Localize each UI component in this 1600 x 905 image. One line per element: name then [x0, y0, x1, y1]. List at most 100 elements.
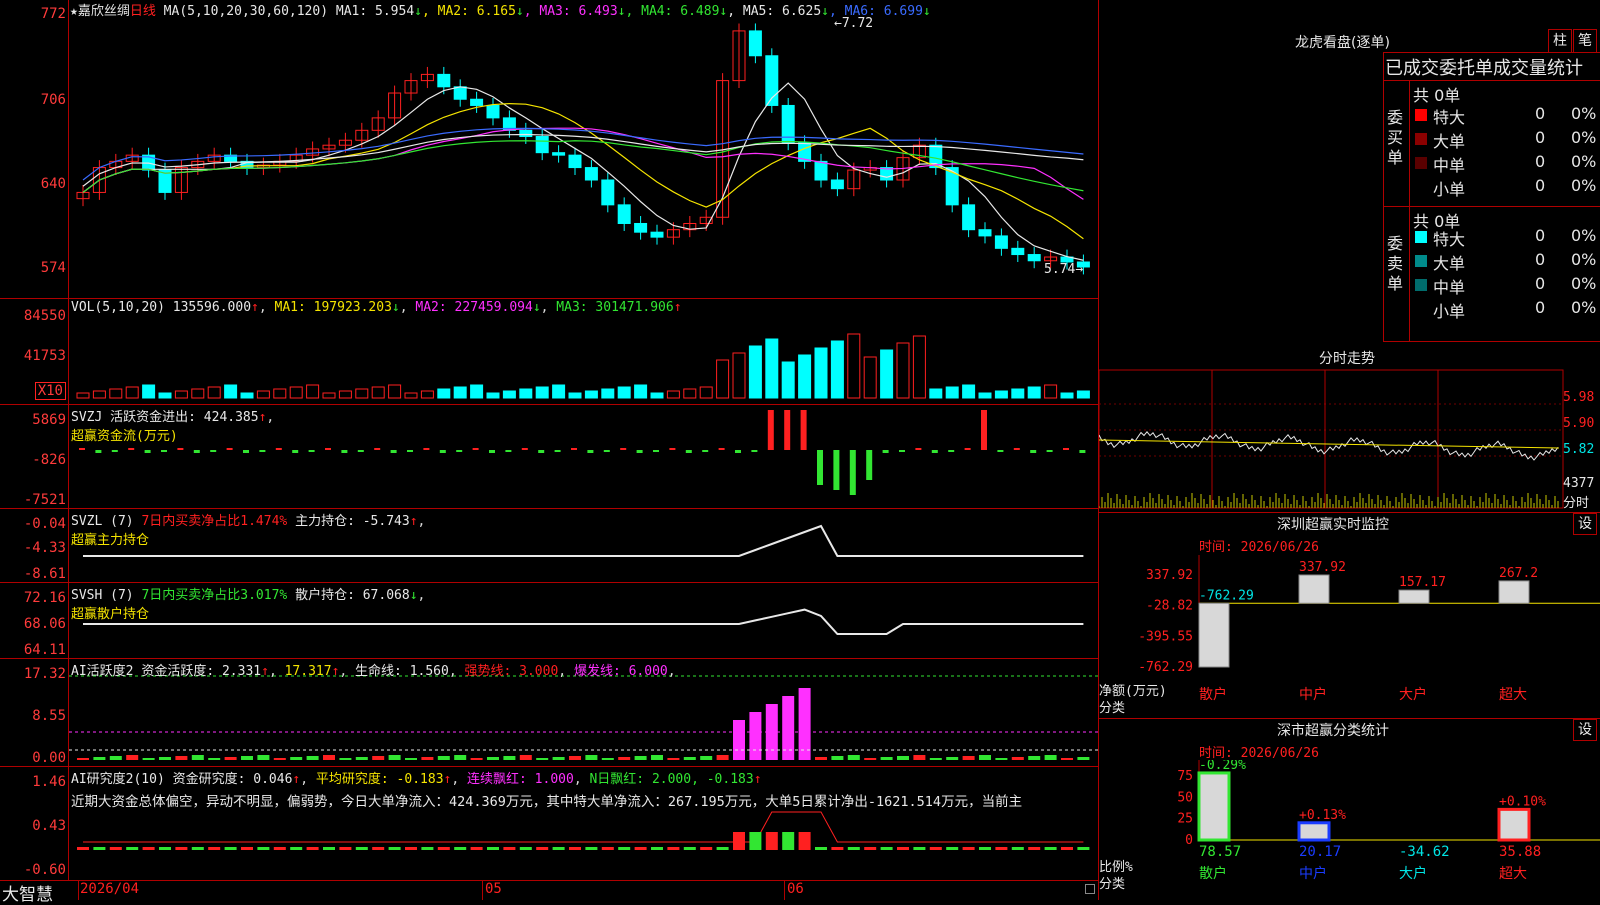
- activity-bar: [946, 757, 959, 760]
- tick-mode-button[interactable]: 笔: [1573, 29, 1597, 53]
- fund-flow-bar: [603, 450, 610, 452]
- volume-bar: [174, 390, 188, 399]
- research-bar: [815, 847, 827, 850]
- order-type-label: 大单: [1433, 254, 1466, 273]
- fund-flow-bar: [931, 450, 938, 453]
- stats-settings-button[interactable]: 设: [1573, 719, 1597, 741]
- monitor-category-label: 超大: [1499, 687, 1527, 703]
- activity-bar: [470, 758, 483, 760]
- fund-flow-bar: [177, 448, 184, 450]
- vol-ma2: MA2: 227459.094: [415, 300, 533, 315]
- color-swatch: [1415, 133, 1427, 145]
- monitor-settings-button[interactable]: 设: [1573, 513, 1597, 535]
- research-bar: [519, 847, 532, 850]
- low-value: 5.74: [1044, 262, 1076, 277]
- bar-mode-button[interactable]: 柱: [1548, 29, 1572, 53]
- research-bar: [388, 847, 401, 850]
- stats-axis-label: 0: [1185, 833, 1193, 848]
- research-bar: [618, 847, 631, 850]
- month-label: 05: [485, 881, 502, 897]
- svsh-label: SVSH (7): [71, 588, 134, 603]
- fund-flow-bar: [1063, 448, 1069, 450]
- activity-bar: [437, 756, 450, 760]
- order-pct: 0%: [1571, 250, 1597, 269]
- volume-bar: [240, 392, 254, 399]
- volume-bar: [322, 392, 336, 399]
- candle: [978, 229, 992, 237]
- fund-flow-bar: [243, 450, 249, 453]
- monitor-bar: [1498, 580, 1530, 604]
- order-type-label: 特大: [1433, 108, 1466, 127]
- axis-label: 574: [40, 260, 66, 276]
- intraday-axis-label: 5.90: [1563, 416, 1595, 431]
- candle: [486, 104, 500, 119]
- activity-bar: [126, 755, 139, 760]
- candle: [584, 167, 598, 181]
- ai-act-strong: 强势线: 3.000: [464, 664, 559, 679]
- volume-bar: [765, 338, 779, 399]
- stats-axis-label: 50: [1177, 790, 1193, 805]
- intraday-chart: [1099, 369, 1564, 509]
- research-bar: [897, 847, 909, 850]
- volume-bar: [256, 390, 270, 399]
- activity-bar: [749, 712, 762, 760]
- fund-flow-bar: [521, 448, 528, 450]
- order-count: 0: [1535, 226, 1546, 245]
- monitor-time: 时间: 2026/06/26: [1199, 540, 1319, 555]
- fund-flow-bar: [1013, 448, 1020, 450]
- volume-bar: [945, 386, 959, 399]
- activity-bar: [77, 758, 89, 760]
- svsh-header: SVSH (7) 7日内买卖净占比3.017% 散户持仓: 67.068↓, 超…: [71, 588, 426, 622]
- volume-bar: [453, 386, 467, 399]
- date-label: 2026/04: [80, 881, 140, 897]
- research-line: [83, 811, 1084, 843]
- volume-bar: [962, 384, 976, 399]
- ai-res-avg: 平均研究度: -0.183: [315, 772, 444, 787]
- order-pct: 0%: [1571, 226, 1597, 245]
- axis-label: 41753: [23, 348, 66, 364]
- candle: [601, 179, 615, 206]
- ai-res-lianxu: 连续飘红: 1.000: [467, 772, 574, 787]
- monitor-axis-label: 337.92: [1146, 568, 1193, 583]
- fund-flow-bar: [669, 448, 676, 450]
- research-bar: [700, 847, 713, 850]
- research-bar: [1044, 847, 1057, 850]
- color-swatch: [1415, 109, 1427, 121]
- lock-icon[interactable]: [1085, 884, 1095, 894]
- candle: [437, 73, 451, 88]
- activity-bar: [552, 757, 565, 760]
- stats-change-label: +0.13%: [1299, 808, 1346, 823]
- research-bar: [667, 847, 680, 850]
- fund-flow-bar: [538, 450, 545, 453]
- fund-flow-bar: [374, 448, 381, 450]
- order-count: 0: [1535, 274, 1546, 293]
- candle: [1027, 254, 1041, 262]
- order-type-label: 大单: [1433, 132, 1466, 151]
- fund-flow-bar: [915, 448, 922, 450]
- activity-bar: [585, 755, 598, 760]
- research-bar: [159, 847, 171, 850]
- volume-bar: [781, 361, 795, 399]
- ai-comment: 近期大资金总体偏空，异动不明显，偏弱势，今日大单净流入：424.369万元，其中…: [71, 794, 1023, 810]
- monitor-category-label: 散户: [1199, 686, 1227, 703]
- stats-category-label: 超大: [1499, 866, 1527, 882]
- axis-label: 706: [40, 92, 66, 108]
- volume-bar: [158, 392, 172, 399]
- fund-flow-bar: [653, 450, 659, 452]
- candle: [535, 136, 549, 154]
- fund-flow-bar: [489, 450, 495, 453]
- volume-bar: [552, 384, 566, 399]
- intraday-title: 分时走势: [1319, 351, 1375, 367]
- stats-value-label: -34.62: [1399, 844, 1450, 860]
- activity-bar: [864, 758, 877, 760]
- order-type-label: 小单: [1433, 180, 1466, 199]
- volume-bar: [1044, 384, 1058, 399]
- candle: [650, 231, 664, 238]
- fund-flow-bar: [292, 450, 299, 453]
- activity-bar: [1028, 756, 1041, 760]
- research-bar: [536, 847, 549, 850]
- color-swatch: [1415, 157, 1427, 169]
- fund-flow-bar: [997, 450, 1004, 452]
- fund-flow-bar: [554, 450, 561, 452]
- stats-axis-label: 25: [1177, 812, 1193, 827]
